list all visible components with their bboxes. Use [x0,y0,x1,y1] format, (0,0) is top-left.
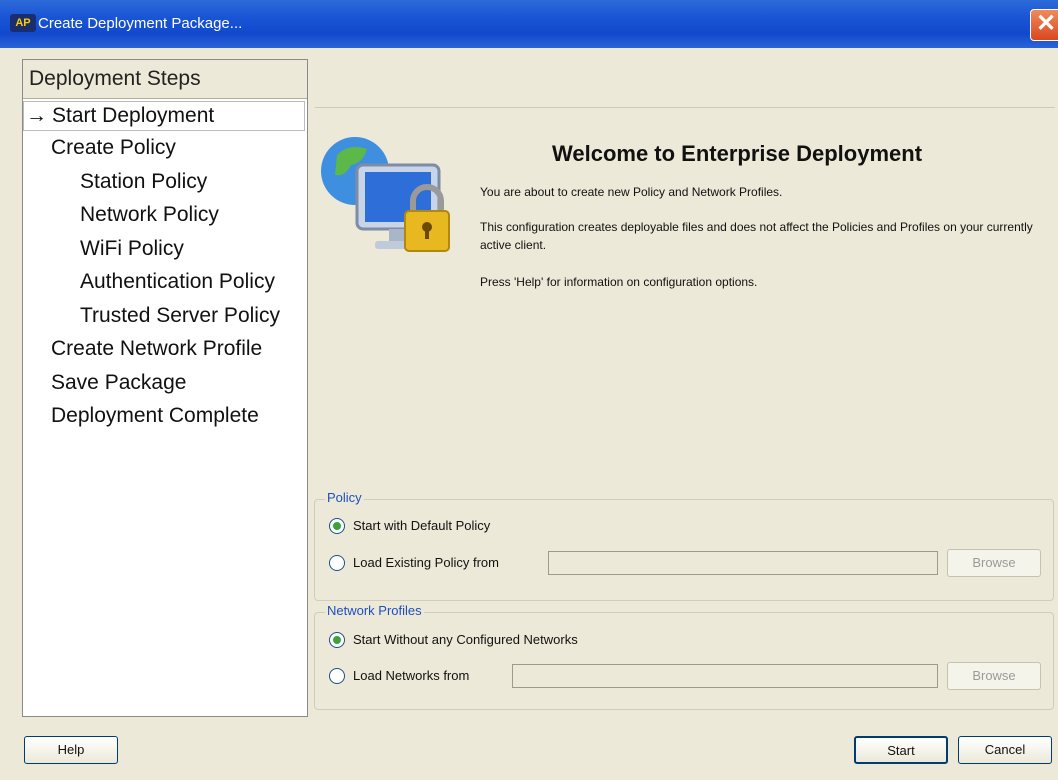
policy-default-radio[interactable] [329,518,345,534]
title-bar[interactable]: AP Create Deployment Package... ✕ [0,0,1058,48]
description-text: This configuration creates deployable fi… [480,220,1033,252]
policy-group: Policy Start with Default Policy Load Ex… [314,490,1054,601]
deployment-steps-panel: Deployment Steps → Start Deployment Create… [22,59,308,717]
policy-group-label: Policy [325,490,364,505]
step-label: Trusted Server Policy [80,303,280,327]
step-item[interactable]: Create Policy [23,131,307,165]
step-item[interactable]: Deployment Complete [23,399,307,433]
step-label: WiFi Policy [80,236,184,260]
current-step-arrow-icon: → [26,104,47,127]
networks-browse-button[interactable]: Browse [947,662,1041,690]
step-label: Create Policy [51,136,176,159]
step-label: Start Deployment [52,104,215,127]
policy-path-input[interactable] [548,551,938,575]
step-item[interactable]: Station Policy [23,165,307,199]
networks-load-option[interactable]: Load Networks from [329,666,509,688]
steps-list: → Start Deployment Create Policy Station Po… [23,101,307,433]
step-item[interactable]: Trusted Server Policy [23,299,307,333]
monitor-lock-globe-icon [321,137,450,252]
policy-default-label: Start with Default Policy [353,518,491,533]
step-label: Save Package [51,370,187,394]
policy-default-option[interactable]: Start with Default Policy [329,516,629,538]
networks-default-option[interactable]: Start Without any Configured Networks [329,630,669,652]
policy-load-option[interactable]: Load Existing Policy from [329,553,549,575]
policy-load-label: Load Existing Policy from [353,555,499,570]
app-icon: AP [10,14,36,32]
policy-browse-button[interactable]: Browse [947,549,1041,577]
step-label: Create Network Profile [51,337,263,360]
start-button[interactable]: Start [854,736,948,764]
intro-text: You are about to create new Policy and N… [480,185,783,199]
step-item[interactable]: Save Package [23,366,307,400]
step-label: Station Policy [80,169,208,193]
networks-default-label: Start Without any Configured Networks [353,632,578,647]
policy-load-radio[interactable] [329,555,345,571]
welcome-content: Welcome to Enterprise Deployment You are… [312,59,1056,715]
networks-load-label: Load Networks from [353,668,470,683]
networks-default-radio[interactable] [329,632,345,648]
step-item[interactable]: Authentication Policy [23,265,307,299]
networks-path-input[interactable] [512,664,938,688]
welcome-title: Welcome to Enterprise Deployment [552,141,923,166]
close-icon[interactable]: ✕ [1030,9,1058,41]
step-label: Network Policy [80,203,219,226]
networks-load-radio[interactable] [329,668,345,684]
create-deployment-window: AP Create Deployment Package... ✕ Deploy… [0,0,1058,780]
step-item[interactable]: Network Policy [23,198,307,232]
window-title: Create Deployment Package... [38,15,243,32]
step-label: Authentication Policy [80,270,275,293]
cancel-button[interactable]: Cancel [958,736,1052,764]
deployment-steps-header: Deployment Steps [23,60,307,99]
network-profiles-group-label: Network Profiles [325,603,424,618]
divider [315,107,1055,108]
step-item[interactable]: WiFi Policy [23,232,307,266]
step-item[interactable]: Create Network Profile [23,332,307,366]
help-button[interactable]: Help [24,736,118,764]
help-hint-text: Press 'Help' for information on configur… [480,275,758,289]
step-label: Deployment Complete [51,404,259,427]
network-profiles-group: Network Profiles Start Without any Confi… [314,603,1054,710]
step-item[interactable]: → Start Deployment [23,101,305,131]
